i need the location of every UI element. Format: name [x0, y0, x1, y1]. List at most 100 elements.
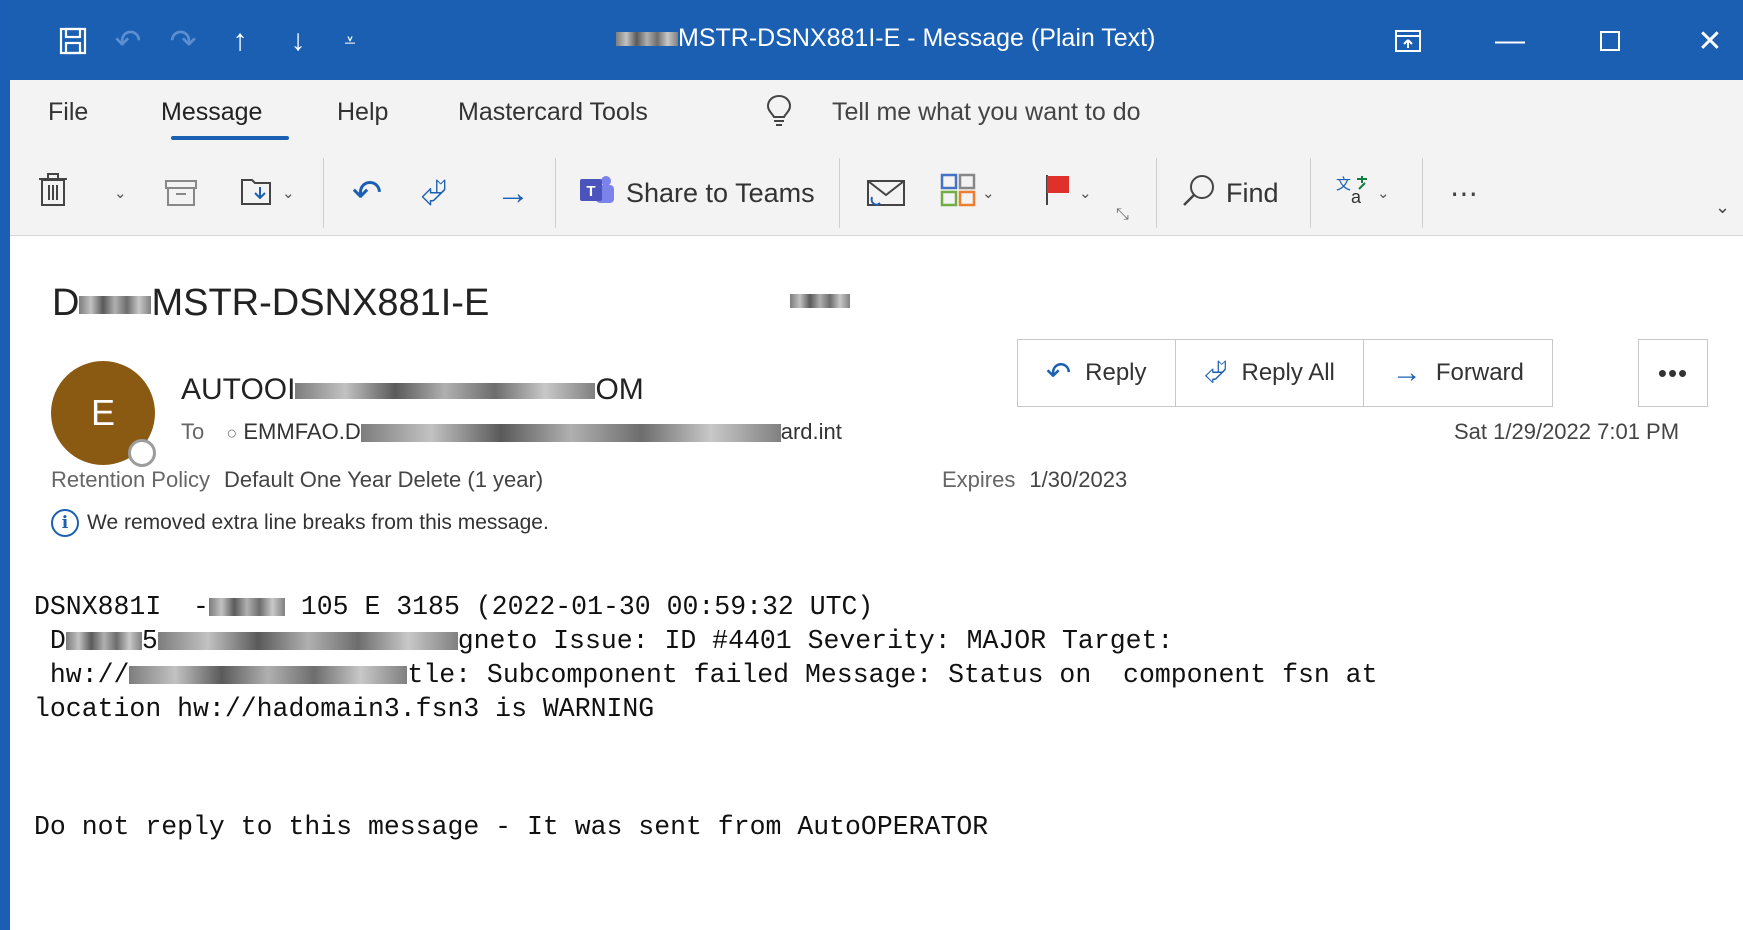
forward-label: Forward	[1435, 359, 1524, 386]
delete-button[interactable]	[38, 172, 68, 214]
redacted-block	[65, 632, 142, 650]
tab-file[interactable]: File	[48, 98, 88, 127]
categorize-button[interactable]: ⌄	[940, 172, 995, 214]
presence-status-icon	[128, 439, 156, 467]
to-label: To	[181, 419, 205, 444]
tell-me-search[interactable]: Tell me what you want to do	[832, 98, 1141, 127]
translate-button[interactable]: 文 a ⌄	[1335, 172, 1390, 214]
archive-icon[interactable]	[164, 172, 198, 214]
recipient-line: To ○ EMMFAO.D ard.int	[181, 419, 842, 445]
expand-ribbon-chevron-icon[interactable]: ⌄	[1715, 186, 1730, 228]
title-bar: ↶ ↷ ↑ ↓ ⩡ MSTR-DSNX881I-E - Message (Pla…	[10, 0, 1743, 80]
ribbon-display-icon[interactable]	[1388, 22, 1428, 60]
redacted-block	[616, 32, 678, 47]
undo-icon[interactable]: ↶	[110, 22, 146, 60]
dialog-launcher-icon[interactable]: ⤡	[1116, 194, 1129, 236]
message-footer: Do not reply to this message - It was se…	[34, 812, 989, 842]
find-button[interactable]: Find	[1182, 172, 1279, 214]
reply-label: Reply	[1085, 359, 1147, 386]
body-line-2c: gneto Issue: ID #4401 Severity: MAJOR Ta…	[457, 626, 1174, 656]
window-title-text: MSTR-DSNX881I-E - Message (Plain Text)	[678, 24, 1156, 52]
expires-label: Expires	[942, 467, 1016, 492]
redacted-block	[79, 295, 152, 314]
ribbon-separator	[1422, 158, 1423, 228]
info-bar[interactable]: i We removed extra line breaks from this…	[51, 509, 549, 537]
maximize-icon[interactable]	[1590, 22, 1630, 60]
menu-bar: File Message Help Mastercard Tools Tell …	[10, 80, 1743, 150]
redacted-block	[208, 598, 285, 616]
reply-icon[interactable]: ↶	[352, 172, 382, 214]
categorize-grid-icon	[940, 173, 976, 214]
window-title: MSTR-DSNX881I-E - Message (Plain Text)	[616, 24, 1155, 53]
redacted-block	[129, 666, 408, 684]
ribbon-separator	[839, 158, 840, 228]
lightbulb-icon	[766, 94, 792, 135]
search-icon	[1182, 173, 1216, 214]
customize-toolbar-icon[interactable]: ⩡	[335, 22, 365, 60]
body-line-2a: D	[34, 626, 66, 656]
ribbon-separator	[555, 158, 556, 228]
recipient-prefix[interactable]: EMMFAO.D	[243, 419, 360, 444]
minimize-icon[interactable]: —	[1490, 22, 1530, 60]
reply-all-icon[interactable]: ⮰	[420, 172, 447, 214]
forward-icon: →	[1391, 356, 1422, 389]
expires-value: 1/30/2023	[1029, 467, 1128, 492]
forward-icon[interactable]: →	[496, 172, 530, 214]
reply-all-icon: ⮰	[1203, 356, 1228, 389]
forward-button[interactable]: → Forward	[1364, 340, 1552, 406]
translate-icon: 文a	[1335, 173, 1371, 214]
svg-text:a: a	[1351, 187, 1362, 207]
retention-policy: Retention Policy Default One Year Delete …	[51, 467, 543, 493]
down-arrow-icon[interactable]: ↓	[280, 22, 316, 60]
svg-text:文: 文	[1336, 175, 1351, 193]
subject-text: MSTR-DSNX881I-E	[151, 282, 490, 324]
body-line-4: location hw://hadomain3.fsn3 is WARNING	[34, 694, 655, 724]
reading-pane: D MSTR-DSNX881I-E E AUTOOI OM To ○ EMMFAO.…	[10, 236, 1743, 930]
ribbon-toolbar: ⌄ ⌄ ↶ ⮰ → T Share to Teams ⌄ ⌄ ⤡ Find 文 …	[10, 150, 1743, 236]
message-actions: ↶ Reply ⮰ Reply All → Forward	[1017, 339, 1553, 407]
close-icon[interactable]: ✕	[1690, 22, 1730, 60]
save-icon[interactable]	[54, 22, 92, 60]
outlook-message-window: ↶ ↷ ↑ ↓ ⩡ MSTR-DSNX881I-E - Message (Pla…	[0, 0, 1743, 930]
move-folder-icon	[240, 174, 276, 213]
move-button[interactable]: ⌄	[240, 172, 295, 214]
sender-name[interactable]: AUTOOI OM	[181, 373, 644, 407]
tab-message[interactable]: Message	[161, 98, 262, 127]
delete-dropdown-chevron-icon[interactable]: ⌄	[108, 172, 127, 214]
active-tab-indicator	[171, 136, 289, 140]
redo-icon[interactable]: ↷	[165, 22, 201, 60]
reply-all-button[interactable]: ⮰ Reply All	[1176, 340, 1364, 406]
ribbon-separator	[1310, 158, 1311, 228]
retention-value: Default One Year Delete (1 year)	[223, 467, 544, 492]
tab-mastercard-tools[interactable]: Mastercard Tools	[458, 98, 648, 127]
body-line-1a: DSNX881I -	[34, 592, 209, 622]
expiry-info: Expires 1/30/2023	[942, 467, 1127, 493]
tab-help[interactable]: Help	[337, 98, 388, 127]
reply-button[interactable]: ↶ Reply	[1018, 340, 1176, 406]
recipient-suffix[interactable]: ard.int	[781, 419, 842, 444]
info-icon: i	[51, 509, 79, 537]
retention-label: Retention Policy	[51, 467, 210, 492]
ribbon-separator	[1156, 158, 1157, 228]
teams-icon: T	[578, 173, 616, 214]
body-line-2b: 5	[141, 626, 158, 656]
mail-envelope-icon[interactable]	[866, 172, 906, 214]
more-actions-button[interactable]: •••	[1638, 339, 1708, 407]
share-to-teams-button[interactable]: T Share to Teams	[578, 172, 815, 214]
message-body: DSNX881I - 105 E 3185 (2022-01-30 00:59:…	[34, 590, 1377, 726]
body-line-1b: 105 E 3185 (2022-01-30 00:59:32 UTC)	[284, 592, 874, 622]
up-arrow-icon[interactable]: ↑	[222, 22, 258, 60]
more-icon: •••	[1657, 357, 1689, 388]
sender-suffix: OM	[595, 373, 644, 406]
redacted-block	[157, 632, 458, 650]
more-commands-icon[interactable]: ⋯	[1450, 172, 1480, 214]
body-line-3a: hw://	[34, 660, 130, 690]
follow-up-button[interactable]: ⌄	[1043, 172, 1092, 214]
ribbon-separator	[323, 158, 324, 228]
recipient-presence-icon: ○	[226, 423, 238, 443]
redacted-block	[295, 383, 596, 400]
redacted-block	[360, 424, 781, 443]
reply-all-label: Reply All	[1241, 359, 1335, 386]
sender-prefix: AUTOOI	[181, 373, 296, 406]
body-line-3b: tle: Subcomponent failed Message: Status…	[407, 660, 1378, 690]
